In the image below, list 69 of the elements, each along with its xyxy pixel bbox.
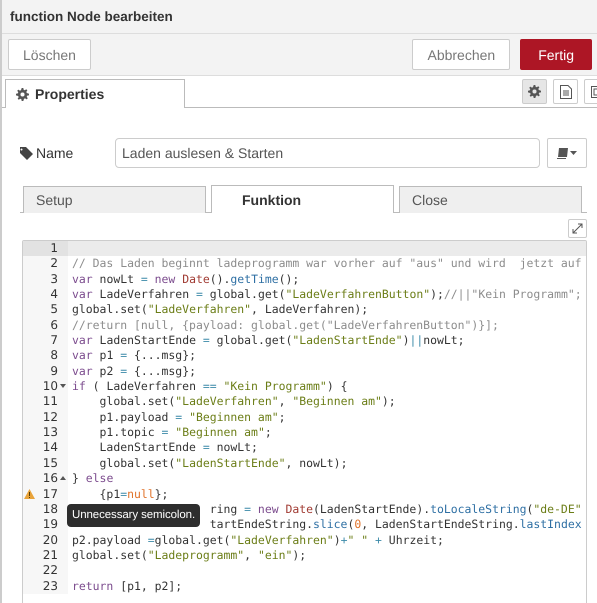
code-line: ring = new Date(LadenStartEnde).toLocaleString("de-DE": [208, 502, 582, 518]
code-line: {p1=null};: [98, 486, 168, 502]
line-number: 19: [42, 517, 58, 533]
tag-icon: [20, 146, 33, 160]
line-number: 2: [50, 256, 58, 272]
line-number: 21: [42, 548, 58, 564]
caret-icon: [570, 151, 577, 155]
library-dropdown-button[interactable]: [547, 138, 587, 168]
line-number: 4: [50, 287, 58, 302]
line-number: 11: [42, 394, 58, 410]
line-number: 18: [42, 502, 58, 518]
name-field[interactable]: Laden auslesen & Starten: [115, 138, 540, 168]
code-line: //return [null, {payload: global.get("LadeVerfahrenButton")}];: [71, 318, 499, 334]
code-line: var LadeVerfahren = global.get("LadeVerfahrenButton");//||"Kein Programm";: [71, 287, 582, 302]
line-number: 8: [50, 348, 58, 364]
code-line: var nowLt = new Date().getTime();: [71, 272, 300, 288]
line-number: 20: [42, 532, 58, 548]
fold-icon[interactable]: [60, 476, 66, 480]
book-icon: [557, 148, 568, 158]
line-number: 9: [50, 364, 58, 380]
properties-tab[interactable]: Properties: [5, 79, 185, 108]
line-number: 6: [50, 318, 58, 334]
panel-icon-button[interactable]: [522, 79, 547, 104]
expand-icon[interactable]: [568, 219, 587, 238]
code-line: global.set("Ladeprogramm", "ein");: [71, 548, 306, 564]
gear-icon: [16, 88, 29, 100]
code-editor[interactable]: [22, 240, 587, 603]
code-line: var p2 = {...msg};: [71, 364, 196, 380]
line-number: 23: [42, 578, 58, 594]
code-line: var LadenStartEnde = global.get("LadenStartEnde")||nowLt;: [71, 333, 465, 348]
line-number: 17: [42, 486, 58, 502]
line-number: 5: [50, 302, 58, 318]
line-number: 14: [42, 440, 58, 456]
line-number: 13: [42, 425, 58, 440]
document-icon: [560, 84, 572, 98]
code-line: if ( LadeVerfahren == "Kein Programm") {: [71, 379, 348, 394]
code-line: p1.topic = "Beginnen am";: [98, 425, 272, 440]
action-button[interactable]: Abbrechen: [412, 39, 510, 70]
code-line: p1.payload = "Beginnen am";: [98, 410, 286, 426]
warning-icon: [24, 488, 35, 498]
code-line: global.set("LadenStartEnde", nowLt);: [98, 456, 348, 472]
code-line: // Das Laden beginnt ladeprogramm war vorher auf "aus" und wird jetzt auf: [71, 256, 582, 272]
fold-icon[interactable]: [60, 384, 66, 388]
code-line: tartEndeString.slice(0, LadenStartEndeString.lastIndex: [208, 517, 582, 533]
name-label: Name: [36, 145, 74, 161]
line-number: 7: [50, 333, 58, 348]
editor-tab[interactable]: Funktion: [211, 185, 394, 213]
code-line: var p1 = {...msg};: [71, 348, 196, 364]
code-line: p2.payload =global.get("LadeVerfahren")+" " + Uhrzeit;: [71, 532, 444, 548]
code-line: return [p1, p2];: [71, 578, 182, 594]
action-button[interactable]: Löschen: [8, 39, 91, 70]
editor-tab[interactable]: Close: [399, 186, 582, 213]
code-line: global.set("LadeVerfahren", LadeVerfahren);: [71, 302, 368, 318]
line-number: 3: [50, 272, 58, 288]
code-line: LadenStartEnde = nowLt;: [98, 440, 258, 456]
gear-icon: [528, 85, 541, 98]
code-line: } else: [71, 471, 114, 486]
line-number: 12: [42, 410, 58, 426]
panel-icon-button[interactable]: [553, 79, 578, 104]
line-number: 15: [42, 456, 58, 472]
tooltip: Unnecessary semicolon.: [67, 504, 200, 526]
line-number: 1: [50, 241, 58, 256]
line-number: 10: [42, 379, 58, 394]
code-line: global.set("LadeVerfahren", "Beginnen am");: [98, 394, 396, 410]
line-number: 16: [42, 471, 58, 486]
line-number: 22: [42, 563, 58, 579]
done-button[interactable]: Fertig: [520, 39, 592, 70]
dialog-title: function Node bearbeiten: [2, 0, 597, 34]
editor-tab[interactable]: Setup: [23, 186, 206, 213]
